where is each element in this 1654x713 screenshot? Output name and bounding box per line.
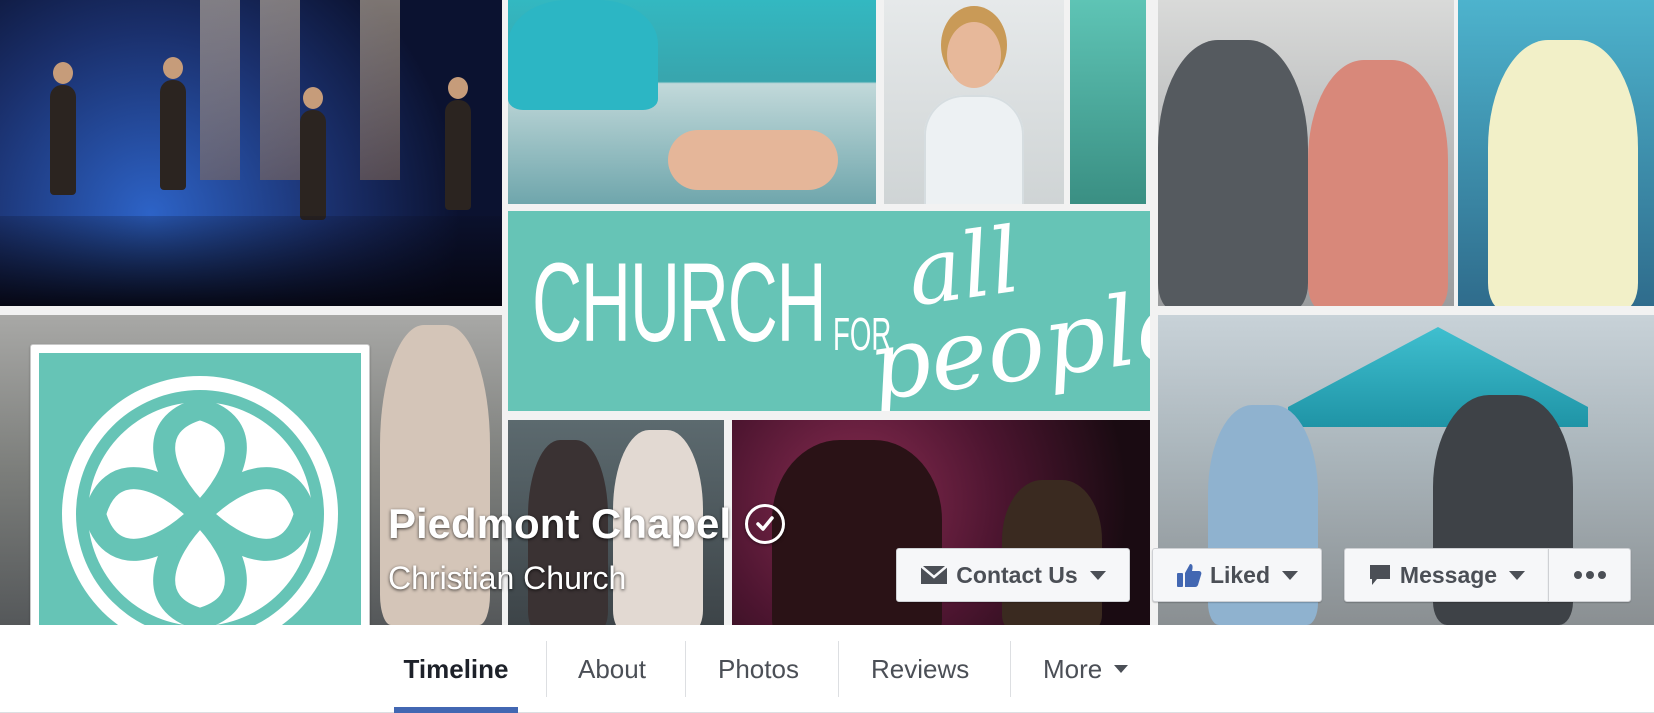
verified-badge-icon <box>745 504 786 544</box>
baptizer-figure <box>508 0 658 110</box>
page-category[interactable]: Christian Church <box>388 560 626 597</box>
tab-about-label: About <box>578 653 646 684</box>
chevron-down-icon <box>1114 665 1129 673</box>
envelope-icon <box>920 565 949 584</box>
cover-tile-baptism <box>508 0 876 204</box>
contact-us-label: Contact Us <box>956 561 1078 588</box>
tab-divider <box>1010 641 1011 697</box>
tab-more[interactable]: More <box>1043 625 1129 713</box>
son-figure <box>1308 60 1448 306</box>
liked-button[interactable]: Liked <box>1152 548 1322 602</box>
tab-timeline-label: Timeline <box>403 653 509 684</box>
active-tab-indicator <box>394 707 518 713</box>
tab-photos[interactable]: Photos <box>718 625 799 713</box>
tab-divider <box>838 641 839 697</box>
stage-panel <box>360 0 400 180</box>
performer-head <box>163 57 183 79</box>
baptized-figure <box>668 130 838 190</box>
more-options-button[interactable] <box>1548 548 1631 602</box>
message-button[interactable]: Message <box>1344 548 1549 602</box>
ellipsis-icon <box>1573 571 1606 579</box>
tab-photos-label: Photos <box>718 653 799 684</box>
chevron-down-icon <box>1509 570 1526 580</box>
stage-panel <box>260 0 300 180</box>
cover-tile-woman <box>884 0 1064 204</box>
performer-figure <box>160 80 186 190</box>
chevron-down-icon <box>1282 570 1299 580</box>
performer-figure <box>300 110 326 220</box>
stage-panel <box>200 0 240 180</box>
chevron-down-icon <box>1089 570 1106 580</box>
message-label: Message <box>1399 561 1498 588</box>
cover-banner: CHURCH FOR all people <box>508 211 1150 411</box>
woman-dress <box>924 95 1024 204</box>
father-figure <box>1158 40 1308 306</box>
performer-head <box>303 87 323 109</box>
performer-head <box>448 77 468 99</box>
tab-timeline[interactable]: Timeline <box>394 625 518 713</box>
performer-figure <box>445 100 471 210</box>
tab-divider <box>685 641 686 697</box>
facebook-page: CHURCH FOR all people Piedmont Chapel Ch… <box>0 0 1654 713</box>
thumbs-up-icon <box>1176 564 1202 587</box>
page-tab-bar: Timeline About Photos Reviews More <box>0 625 1654 713</box>
cover-tile-concert <box>0 0 502 306</box>
banner-church-text: CHURCH <box>532 240 827 365</box>
page-title: Piedmont Chapel <box>388 500 786 548</box>
tab-more-label: More <box>1043 653 1103 684</box>
audience-silhouette <box>0 216 502 306</box>
page-name-text[interactable]: Piedmont Chapel <box>388 500 731 548</box>
contact-us-button[interactable]: Contact Us <box>896 548 1130 602</box>
cover-tile-preacher <box>1458 0 1654 306</box>
piedmont-logo-icon <box>62 376 338 652</box>
performer-head <box>53 62 73 84</box>
woman-face <box>947 22 1001 88</box>
cover-tile-sign <box>1070 0 1146 204</box>
cover-tile-father-son <box>1158 0 1454 306</box>
speech-bubble-icon <box>1369 565 1390 585</box>
tab-divider <box>546 641 547 697</box>
preacher-figure <box>1488 40 1638 306</box>
tab-reviews[interactable]: Reviews <box>871 625 969 713</box>
performer-figure <box>50 85 76 195</box>
tab-about[interactable]: About <box>578 625 646 713</box>
liked-label: Liked <box>1209 561 1271 588</box>
tab-reviews-label: Reviews <box>871 653 970 684</box>
